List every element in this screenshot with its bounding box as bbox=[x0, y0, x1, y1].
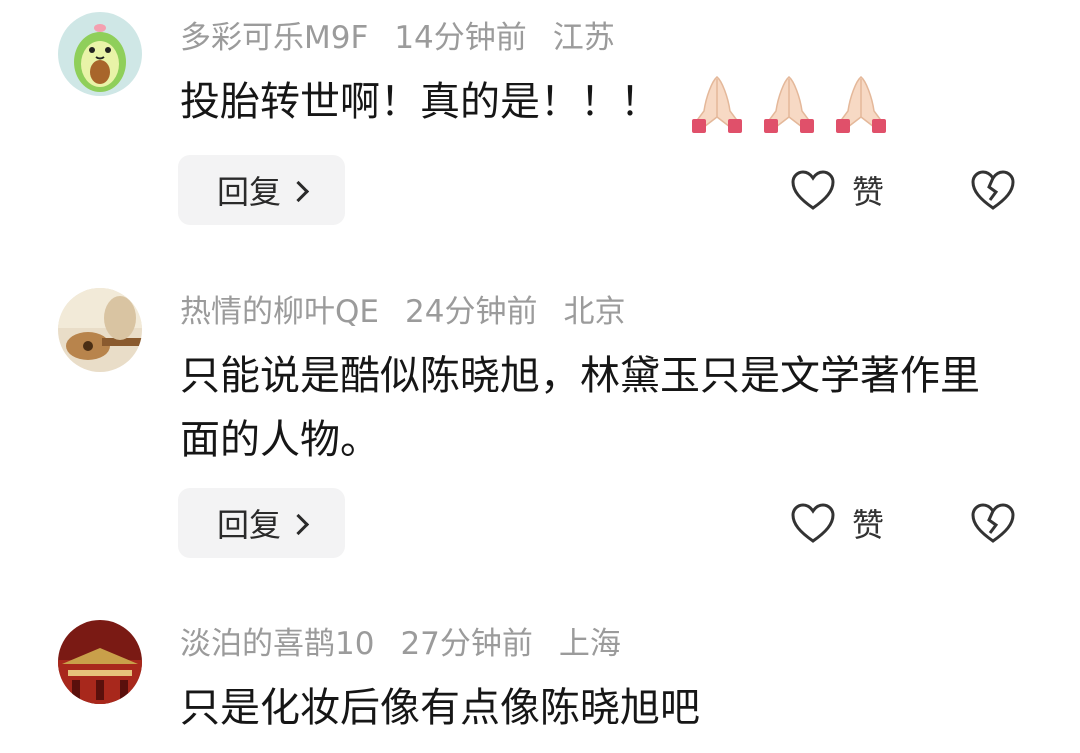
dislike-button[interactable] bbox=[970, 155, 1016, 225]
timestamp: 27分钟前 bbox=[400, 626, 533, 662]
reply-label: 回复 bbox=[216, 173, 281, 211]
avatar[interactable] bbox=[58, 12, 142, 96]
location: 江苏 bbox=[552, 20, 615, 56]
dislike-button[interactable] bbox=[970, 488, 1016, 558]
avatar[interactable] bbox=[58, 620, 142, 704]
broken-heart-icon bbox=[971, 170, 1015, 210]
comment-meta: 热情的柳叶QE 24分钟前 北京 bbox=[180, 290, 651, 334]
guitar-photo-avatar-icon bbox=[58, 288, 142, 372]
folded-hands-icon bbox=[836, 76, 886, 133]
chevron-right-icon bbox=[287, 513, 310, 535]
like-button[interactable]: 赞 bbox=[790, 155, 884, 225]
folded-hands-icon bbox=[692, 76, 742, 133]
folded-hands-icon bbox=[764, 76, 814, 133]
heart-icon bbox=[791, 170, 835, 210]
username[interactable]: 淡泊的喜鹊10 bbox=[180, 626, 374, 662]
avocado-avatar-icon bbox=[58, 12, 142, 96]
comment-text: 投胎转世啊！真的是！！！ bbox=[180, 70, 1020, 137]
comment-text: 只是化妆后像有点像陈晓旭吧 bbox=[180, 685, 700, 731]
palace-photo-avatar-icon bbox=[58, 620, 142, 704]
heart-icon bbox=[791, 503, 835, 543]
like-label: 赞 bbox=[852, 173, 885, 211]
avatar[interactable] bbox=[58, 288, 142, 372]
timestamp: 14分钟前 bbox=[394, 20, 527, 56]
reply-button[interactable]: 回复 bbox=[178, 488, 345, 558]
comment-body: 投胎转世啊！真的是！！！ bbox=[180, 79, 660, 125]
broken-heart-icon bbox=[971, 503, 1015, 543]
location: 北京 bbox=[563, 294, 626, 330]
emoji-group bbox=[684, 71, 894, 137]
like-label: 赞 bbox=[852, 506, 885, 544]
comment-meta: 多彩可乐M9F 14分钟前 江苏 bbox=[180, 16, 641, 60]
like-button[interactable]: 赞 bbox=[790, 488, 884, 558]
username[interactable]: 热情的柳叶QE bbox=[180, 294, 379, 330]
timestamp: 24分钟前 bbox=[405, 294, 538, 330]
reply-button[interactable]: 回复 bbox=[178, 155, 345, 225]
comment-meta: 淡泊的喜鹊10 27分钟前 上海 bbox=[180, 622, 647, 666]
chevron-right-icon bbox=[287, 180, 310, 202]
username[interactable]: 多彩可乐M9F bbox=[180, 20, 368, 56]
reply-label: 回复 bbox=[216, 506, 281, 544]
location: 上海 bbox=[558, 626, 621, 662]
comment-text: 只能说是酷似陈晓旭，林黛玉只是文学著作里面的人物。 bbox=[180, 353, 980, 463]
